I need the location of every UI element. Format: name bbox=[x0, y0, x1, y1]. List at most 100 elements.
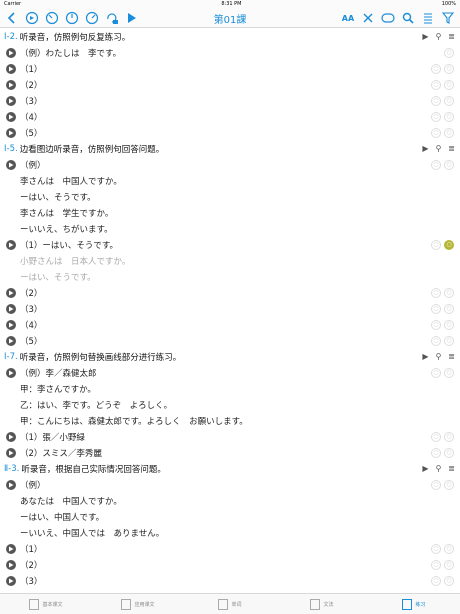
answer-option-icon[interactable]: ○ bbox=[444, 368, 454, 378]
tool-icon[interactable]: ⚲ bbox=[434, 352, 443, 361]
play-icon[interactable] bbox=[6, 96, 16, 106]
audio-row[interactable]: （例） ○ ○ bbox=[0, 477, 460, 493]
answer-option-icon[interactable]: ○ bbox=[444, 304, 454, 314]
filter-icon[interactable] bbox=[440, 10, 456, 26]
answer-correct-icon[interactable]: ○ bbox=[431, 240, 441, 250]
answer-option-icon[interactable]: ○ bbox=[444, 560, 454, 570]
answer-option-icon[interactable]: ○ bbox=[431, 480, 441, 490]
answer-option-icon[interactable]: ○ bbox=[431, 304, 441, 314]
play-icon[interactable] bbox=[6, 240, 16, 250]
answer-option-icon[interactable]: ○ bbox=[431, 96, 441, 106]
play-icon[interactable] bbox=[6, 160, 16, 170]
play-icon[interactable] bbox=[6, 304, 16, 314]
play-icon[interactable] bbox=[6, 336, 16, 346]
answer-alt-icon[interactable]: ○ bbox=[444, 240, 454, 250]
notes-icon[interactable]: ≣ bbox=[447, 144, 456, 153]
answer-option-icon[interactable]: ○ bbox=[444, 80, 454, 90]
answer-option-icon[interactable]: ○ bbox=[431, 320, 441, 330]
audio-row[interactable]: （4） ○ ○ bbox=[0, 317, 460, 333]
answer-option-icon[interactable]: ○ bbox=[444, 112, 454, 122]
answer-option-icon[interactable]: ○ bbox=[444, 288, 454, 298]
play-icon[interactable] bbox=[6, 288, 16, 298]
audio-row[interactable]: （2） ○ ○ bbox=[0, 557, 460, 573]
audio-row[interactable]: （例）わたしは 李です。 ○ bbox=[0, 45, 460, 61]
play-icon[interactable] bbox=[124, 10, 140, 26]
play-icon[interactable] bbox=[6, 448, 16, 458]
repeat-icon[interactable] bbox=[104, 10, 120, 26]
answer-option-icon[interactable]: ○ bbox=[431, 288, 441, 298]
answer-option-icon[interactable]: ○ bbox=[444, 480, 454, 490]
audio-row[interactable]: （1）ーはい、そうです。 ○ ○ bbox=[0, 237, 460, 253]
tab-basic-text[interactable]: 基本课文 bbox=[0, 594, 92, 614]
play-icon[interactable] bbox=[6, 480, 16, 490]
play-icon[interactable] bbox=[6, 320, 16, 330]
play-all-icon[interactable]: ▶ bbox=[421, 464, 430, 473]
tab-grammar[interactable]: 文法 bbox=[276, 594, 368, 614]
answer-option-icon[interactable]: ○ bbox=[444, 48, 454, 58]
speed-fast-icon[interactable] bbox=[84, 10, 100, 26]
notes-icon[interactable]: ≣ bbox=[447, 352, 456, 361]
clip-icon[interactable] bbox=[360, 10, 376, 26]
back-icon[interactable] bbox=[4, 10, 20, 26]
speed-slow-icon[interactable] bbox=[44, 10, 60, 26]
answer-option-icon[interactable]: ○ bbox=[431, 128, 441, 138]
audio-row[interactable]: （1）張／小野緑 ○ ○ bbox=[0, 429, 460, 445]
answer-option-icon[interactable]: ○ bbox=[444, 432, 454, 442]
answer-option-icon[interactable]: ○ bbox=[431, 112, 441, 122]
answer-option-icon[interactable]: ○ bbox=[444, 160, 454, 170]
answer-option-icon[interactable]: ○ bbox=[444, 128, 454, 138]
audio-row[interactable]: （5） ○ ○ bbox=[0, 333, 460, 349]
answer-option-icon[interactable]: ○ bbox=[431, 368, 441, 378]
play-icon[interactable] bbox=[6, 112, 16, 122]
answer-option-icon[interactable]: ○ bbox=[431, 64, 441, 74]
notes-icon[interactable]: ≣ bbox=[447, 32, 456, 41]
play-all-icon[interactable]: ▶ bbox=[421, 352, 430, 361]
play-icon[interactable] bbox=[6, 544, 16, 554]
answer-option-icon[interactable]: ○ bbox=[444, 96, 454, 106]
speed-normal-icon[interactable] bbox=[64, 10, 80, 26]
play-icon[interactable] bbox=[6, 48, 16, 58]
play-icon[interactable] bbox=[6, 64, 16, 74]
audio-row[interactable]: （5） ○ ○ bbox=[0, 125, 460, 141]
search-icon[interactable] bbox=[400, 10, 416, 26]
audio-row[interactable]: （2） ○ ○ bbox=[0, 77, 460, 93]
list-icon[interactable] bbox=[420, 10, 436, 26]
answer-option-icon[interactable]: ○ bbox=[431, 160, 441, 170]
answer-option-icon[interactable]: ○ bbox=[444, 320, 454, 330]
font-size-icon[interactable]: AA bbox=[340, 10, 356, 26]
play-icon[interactable] bbox=[6, 560, 16, 570]
answer-option-icon[interactable]: ○ bbox=[444, 336, 454, 346]
answer-option-icon[interactable]: ○ bbox=[444, 448, 454, 458]
play-all-icon[interactable]: ▶ bbox=[421, 144, 430, 153]
answer-option-icon[interactable]: ○ bbox=[444, 64, 454, 74]
audio-row[interactable]: （3） ○ ○ bbox=[0, 301, 460, 317]
tool-icon[interactable]: ⚲ bbox=[434, 144, 443, 153]
replay-icon[interactable] bbox=[24, 10, 40, 26]
play-icon[interactable] bbox=[6, 576, 16, 586]
tab-applied-text[interactable]: 应用课文 bbox=[92, 594, 184, 614]
audio-row[interactable]: （2）スミス／李秀麗 ○ ○ bbox=[0, 445, 460, 461]
play-icon[interactable] bbox=[6, 128, 16, 138]
answer-option-icon[interactable]: ○ bbox=[431, 432, 441, 442]
answer-option-icon[interactable]: ○ bbox=[431, 448, 441, 458]
audio-row[interactable]: （例） ○ ○ bbox=[0, 157, 460, 173]
answer-option-icon[interactable]: ○ bbox=[431, 336, 441, 346]
tab-exercises[interactable]: 练习 bbox=[368, 594, 460, 614]
audio-row[interactable]: （4） ○ ○ bbox=[0, 109, 460, 125]
audio-row[interactable]: （2） ○ ○ bbox=[0, 285, 460, 301]
answer-option-icon[interactable]: ○ bbox=[431, 80, 441, 90]
notes-icon[interactable]: ≣ bbox=[447, 464, 456, 473]
answer-option-icon[interactable]: ○ bbox=[431, 560, 441, 570]
answer-option-icon[interactable]: ○ bbox=[431, 576, 441, 586]
answer-option-icon[interactable]: ○ bbox=[444, 544, 454, 554]
tool-icon[interactable]: ⚲ bbox=[434, 32, 443, 41]
audio-row[interactable]: （1） ○ ○ bbox=[0, 541, 460, 557]
audio-row[interactable]: （3） ○ ○ bbox=[0, 573, 460, 589]
play-all-icon[interactable]: ▶ bbox=[421, 32, 430, 41]
play-icon[interactable] bbox=[6, 368, 16, 378]
play-icon[interactable] bbox=[6, 432, 16, 442]
audio-row[interactable]: （1） ○ ○ bbox=[0, 61, 460, 77]
tool-icon[interactable]: ⚲ bbox=[434, 464, 443, 473]
audio-row[interactable]: （例）李／森健太郎 ○ ○ bbox=[0, 365, 460, 381]
tab-vocabulary[interactable]: 单词 bbox=[184, 594, 276, 614]
